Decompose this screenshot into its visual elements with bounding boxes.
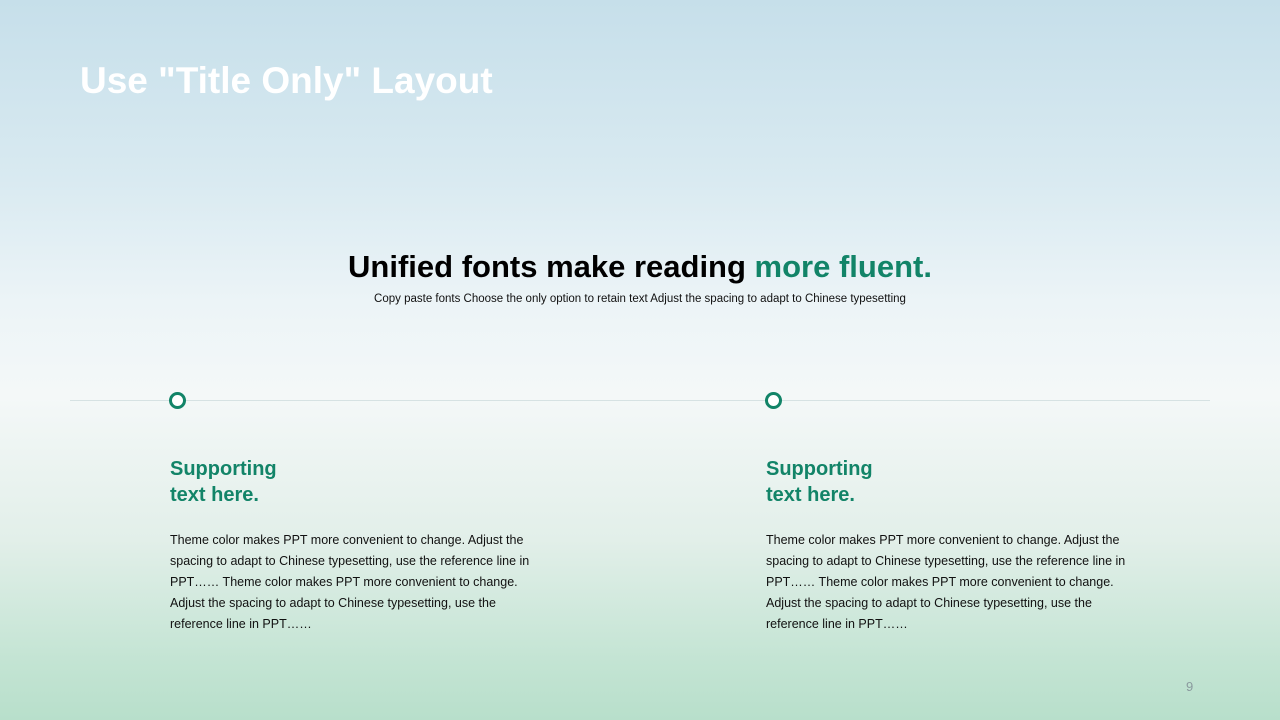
headline-accent: more fluent. bbox=[754, 249, 932, 284]
column-2-heading-line-2: text here. bbox=[766, 484, 855, 506]
column-1-heading: Supporting text here. bbox=[170, 456, 277, 508]
column-1-heading-line-1: Supporting bbox=[170, 458, 277, 480]
headline: Unified fonts make reading more fluent. bbox=[0, 249, 1280, 285]
headline-main: Unified fonts make reading bbox=[348, 249, 755, 284]
timeline-line bbox=[70, 400, 1210, 401]
slide: Use "Title Only" Layout Unified fonts ma… bbox=[0, 0, 1280, 720]
slide-title: Use "Title Only" Layout bbox=[80, 60, 493, 101]
page-number: 9 bbox=[1186, 679, 1194, 694]
column-1-heading-line-2: text here. bbox=[170, 484, 259, 506]
column-2-heading-line-1: Supporting bbox=[766, 458, 873, 480]
timeline-dot-2 bbox=[765, 392, 782, 409]
column-1-body: Theme color makes PPT more convenient to… bbox=[170, 533, 530, 631]
subheadline: Copy paste fonts Choose the only option … bbox=[374, 293, 906, 305]
timeline-dot-1 bbox=[169, 392, 186, 409]
column-2-heading: Supporting text here. bbox=[766, 456, 873, 508]
column-2-body: Theme color makes PPT more convenient to… bbox=[766, 533, 1126, 631]
